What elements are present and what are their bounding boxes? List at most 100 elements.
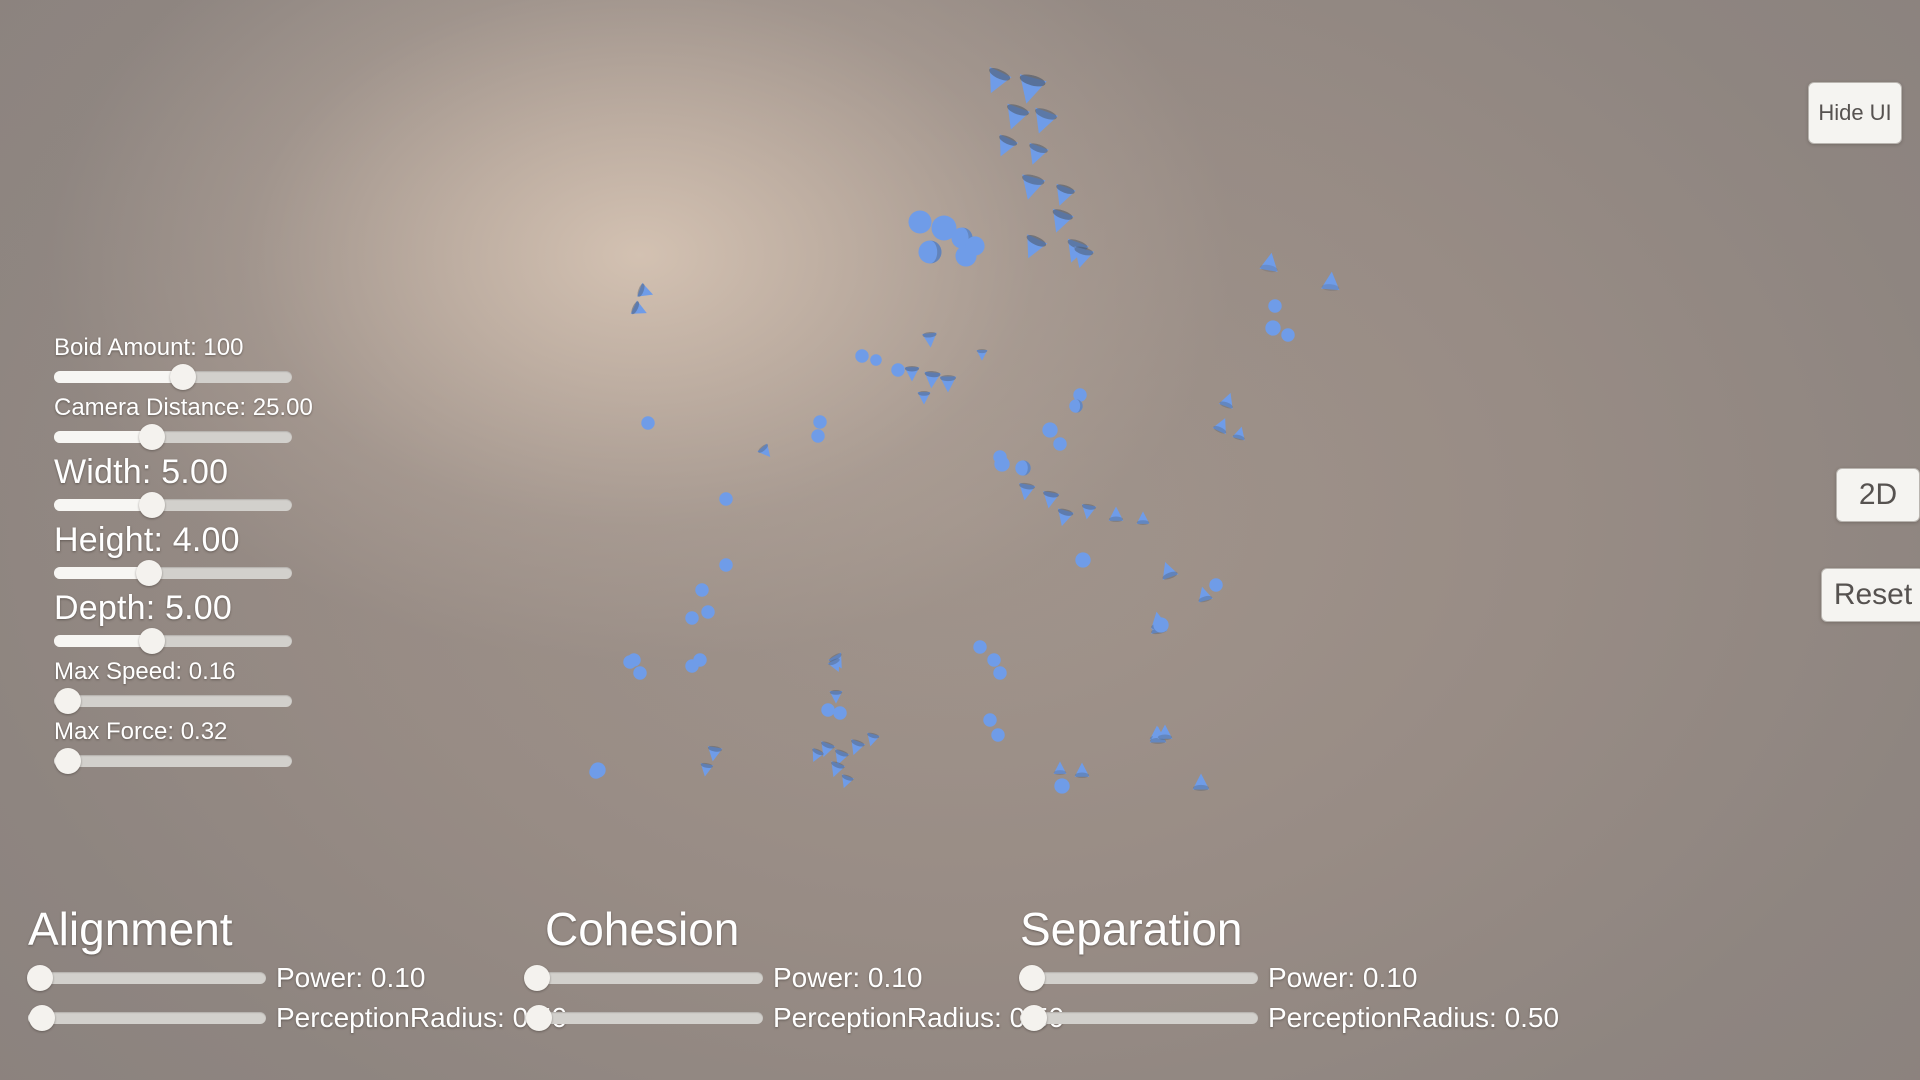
boid-sphere xyxy=(1053,437,1067,451)
boid-amount-slider[interactable] xyxy=(54,363,292,391)
boid-sphere xyxy=(1153,617,1169,633)
boid-cone xyxy=(705,745,724,764)
slider-handle[interactable] xyxy=(138,628,165,654)
alignment-perception-label: PerceptionRadius: 0.50 xyxy=(276,1002,568,1033)
boid-cone xyxy=(1156,558,1179,581)
max-force-label: Max Force: 0.32 xyxy=(54,718,228,745)
max-speed-slider[interactable] xyxy=(54,687,292,715)
boid-sphere xyxy=(891,363,905,377)
boid-sphere xyxy=(1075,552,1091,568)
boid-cone xyxy=(698,762,714,778)
slider-handle[interactable] xyxy=(526,1005,553,1031)
boid-sphere xyxy=(1209,578,1223,592)
slider-handle[interactable] xyxy=(1018,965,1045,991)
slider-track xyxy=(54,695,292,707)
separation-title: Separation xyxy=(1020,903,1243,955)
boid-sphere xyxy=(1069,399,1083,413)
boid-sphere xyxy=(811,429,825,443)
alignment-perception-slider[interactable] xyxy=(28,1004,266,1032)
separation-perception-label: PerceptionRadius: 0.50 xyxy=(1268,1002,1560,1033)
boid-sphere xyxy=(589,765,603,779)
reset-button[interactable]: Reset xyxy=(1821,568,1920,622)
boid-behavior-panel: Alignment Power: 0.10 PerceptionRadius: … xyxy=(0,906,1920,1066)
slider-handle[interactable] xyxy=(138,492,165,518)
boid-cone xyxy=(1015,172,1047,204)
control-depth: Depth: 5.00 xyxy=(54,589,304,655)
height-slider[interactable] xyxy=(54,559,292,587)
boid-cone xyxy=(1211,414,1232,435)
max-force-slider[interactable] xyxy=(54,747,292,775)
max-speed-label: Max Speed: 0.16 xyxy=(54,658,236,685)
boid-sphere xyxy=(983,713,997,727)
separation-power-row: Power: 0.10 xyxy=(1018,958,1559,998)
boid-cone xyxy=(917,391,931,405)
boid-cone xyxy=(863,731,880,748)
control-max-force: Max Force: 0.32 xyxy=(54,717,304,775)
boid-sphere xyxy=(685,611,699,625)
boid-sphere xyxy=(833,706,847,720)
boid-sphere xyxy=(908,210,932,234)
slider-track xyxy=(525,1012,763,1024)
alignment-power-row: Power: 0.10 xyxy=(26,958,567,998)
boid-cone xyxy=(1231,424,1248,441)
boid-sphere xyxy=(1281,328,1295,342)
boid-cone xyxy=(1069,245,1096,272)
depth-slider[interactable] xyxy=(54,627,292,655)
boid-cone xyxy=(990,132,1019,161)
boid-cone xyxy=(1045,207,1076,238)
boid-sphere xyxy=(855,349,869,363)
separation-perception-slider[interactable] xyxy=(1020,1004,1258,1032)
slider-fill xyxy=(54,635,152,647)
dimension-toggle-button[interactable]: 2D xyxy=(1836,468,1920,522)
height-label: Height: 4.00 xyxy=(54,521,240,559)
boid-sphere xyxy=(987,653,1001,667)
boid-cone xyxy=(1157,724,1173,740)
behavior-group-separation: Separation Power: 0.10 PerceptionRadius:… xyxy=(1018,903,1560,1038)
boid-cone xyxy=(1079,503,1098,522)
boid-cone xyxy=(921,331,938,348)
cohesion-perception-row: PerceptionRadius: 0.50 xyxy=(525,998,1064,1038)
boid-cone xyxy=(1053,507,1075,529)
boid-sphere xyxy=(1268,299,1282,313)
boid-sphere xyxy=(1265,320,1281,336)
alignment-power-slider[interactable] xyxy=(26,964,266,992)
slider-handle[interactable] xyxy=(138,424,165,450)
boid-cone xyxy=(629,299,650,320)
slider-handle[interactable] xyxy=(55,748,82,774)
slider-handle[interactable] xyxy=(55,688,82,714)
boid-amount-label: Boid Amount: 100 xyxy=(54,334,244,361)
depth-label: Depth: 5.00 xyxy=(54,589,232,627)
slider-track xyxy=(1020,972,1258,984)
boid-cone xyxy=(979,65,1014,100)
behavior-group-alignment: Alignment Power: 0.10 PerceptionRadius: … xyxy=(26,906,568,1038)
boid-cone xyxy=(1108,506,1124,522)
slider-handle[interactable] xyxy=(26,965,53,991)
cohesion-power-slider[interactable] xyxy=(523,964,763,992)
slider-handle[interactable] xyxy=(1021,1005,1048,1031)
boid-sphere xyxy=(918,240,942,264)
boid-sphere xyxy=(623,655,637,669)
slider-handle[interactable] xyxy=(169,364,196,390)
separation-power-slider[interactable] xyxy=(1018,964,1258,992)
boid-cone xyxy=(1136,511,1150,525)
boid-sphere xyxy=(993,666,1007,680)
boid-cone xyxy=(1258,250,1281,273)
boid-cone xyxy=(636,282,657,303)
cohesion-perception-slider[interactable] xyxy=(525,1004,763,1032)
boid-sphere xyxy=(1054,778,1070,794)
boid-sphere xyxy=(719,558,733,572)
slider-handle[interactable] xyxy=(523,965,550,991)
boid-cone xyxy=(1016,482,1037,503)
hide-ui-button[interactable]: Hide UI xyxy=(1808,82,1902,144)
slider-handle[interactable] xyxy=(136,560,163,586)
boid-cone xyxy=(1053,761,1067,775)
slider-track xyxy=(525,972,763,984)
slider-track xyxy=(28,1012,266,1024)
camera-distance-slider[interactable] xyxy=(54,423,292,451)
slider-handle[interactable] xyxy=(29,1005,56,1031)
boid-cone xyxy=(1192,773,1210,791)
boid-sphere xyxy=(641,416,655,430)
width-slider[interactable] xyxy=(54,491,292,519)
simulation-window: Boid Amount: 100 Camera Distance: 25.00 … xyxy=(0,0,1920,1080)
boid-cone xyxy=(1022,141,1050,169)
